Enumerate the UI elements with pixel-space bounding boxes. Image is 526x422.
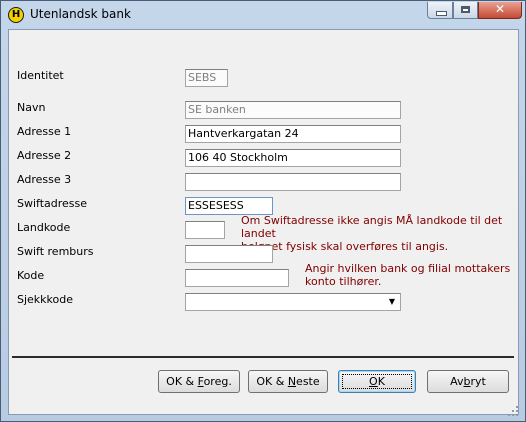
avbryt-label-pre: Av — [450, 375, 464, 388]
identitet-field[interactable]: SEBS — [185, 69, 228, 87]
close-icon: ✕ — [494, 2, 506, 16]
swift-remburs-field[interactable] — [185, 245, 273, 263]
swift-note-line1: Om Swiftadresse ikke angis MÅ landkode t… — [241, 214, 503, 240]
kode-note-line2: konto tilhører. — [305, 275, 382, 288]
avbryt-button[interactable]: Avbryt — [427, 370, 509, 393]
kode-label: Kode — [17, 269, 45, 282]
ok-foreg-label-post: oreg. — [203, 375, 232, 388]
landkode-field[interactable] — [185, 221, 225, 239]
ok-neste-label-post: este — [296, 375, 320, 388]
avbryt-label-post: ryt — [470, 375, 486, 388]
minimize-button[interactable] — [427, 2, 453, 19]
ok-neste-accesskey: N — [287, 375, 297, 388]
kode-note-line1: Angir hvilken bank og filial mottakers — [305, 262, 511, 275]
close-button[interactable]: ✕ — [478, 2, 522, 19]
kode-note: Angir hvilken bank og filial mottakers k… — [305, 262, 510, 288]
maximize-button[interactable] — [453, 2, 478, 19]
adresse1-field[interactable]: Hantverkargatan 24 — [185, 125, 401, 143]
sjekkkode-select[interactable]: ▼ — [185, 293, 401, 311]
ok-neste-button[interactable]: OK & Neste — [248, 370, 328, 393]
window-title: Utenlandsk bank — [30, 7, 131, 21]
adresse3-label: Adresse 3 — [17, 173, 72, 186]
ok-button[interactable]: OK — [338, 370, 416, 393]
dialog-window: H Utenlandsk bank ✕ Identitet SEBS Navn … — [0, 0, 526, 422]
minimize-icon — [436, 11, 447, 16]
separator-line — [12, 356, 514, 358]
swiftadresse-field[interactable]: ESSESESS — [185, 197, 273, 215]
title-bar[interactable]: H Utenlandsk bank ✕ — [1, 1, 525, 29]
ok-foreg-label-pre: OK & — [166, 375, 198, 388]
adresse2-label: Adresse 2 — [17, 149, 72, 162]
navn-field[interactable]: SE banken — [185, 101, 401, 119]
avbryt-accesskey: b — [463, 375, 471, 388]
swift-note-line2: beløpet fysisk skal overføres til angis. — [241, 240, 449, 253]
maximize-icon — [461, 6, 470, 13]
resize-grip-icon[interactable] — [507, 405, 519, 417]
sjekkkode-label: Sjekkkode — [17, 293, 74, 306]
identitet-label: Identitet — [17, 69, 64, 82]
ok-foreg-button[interactable]: OK & Foreg. — [158, 370, 240, 393]
chevron-down-icon[interactable]: ▼ — [385, 295, 399, 309]
ok-neste-label-pre: OK & — [256, 375, 288, 388]
adresse1-label: Adresse 1 — [17, 125, 72, 138]
focus-rectangle — [342, 374, 412, 389]
adresse2-field[interactable]: 106 40 Stockholm — [185, 149, 401, 167]
kode-field[interactable] — [185, 269, 289, 287]
app-logo-icon: H — [8, 7, 24, 23]
adresse3-field[interactable] — [185, 173, 401, 191]
swiftadresse-label: Swiftadresse — [17, 197, 88, 210]
swift-note: Om Swiftadresse ikke angis MÅ landkode t… — [241, 214, 525, 253]
landkode-label: Landkode — [17, 221, 71, 234]
navn-label: Navn — [17, 101, 46, 114]
swift-remburs-label: Swift remburs — [17, 245, 94, 258]
